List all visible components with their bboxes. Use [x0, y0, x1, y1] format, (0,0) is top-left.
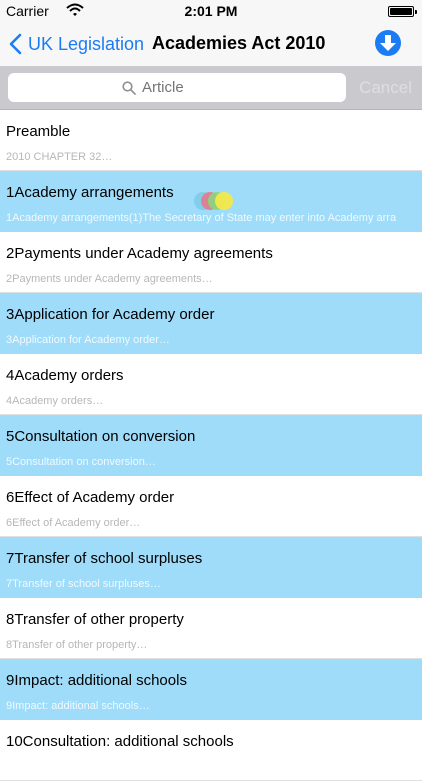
list-item[interactable]: 9Impact: additional schools 9Impact: add…	[0, 659, 422, 720]
chevron-left-icon	[9, 33, 22, 55]
list-item[interactable]: 6Effect of Academy order 6Effect of Acad…	[0, 476, 422, 537]
list-item-subtitle: 7Transfer of school surpluses…	[6, 578, 161, 590]
list-item-title: 5Consultation on conversion	[6, 428, 196, 445]
list-item[interactable]: 5Consultation on conversion 5Consultatio…	[0, 415, 422, 476]
page-title: Academies Act 2010	[152, 33, 326, 53]
list-item[interactable]: 3Application for Academy order 3Applicat…	[0, 293, 422, 354]
back-button[interactable]: UK Legislation	[8, 30, 144, 58]
battery-icon	[388, 6, 417, 17]
list-item-title: 4Academy orders	[6, 367, 124, 384]
search-field[interactable]	[8, 73, 346, 102]
clock: 2:01 PM	[184, 3, 238, 19]
list-item-title: 2Payments under Academy agreements	[6, 245, 273, 262]
list-item-subtitle: 1Academy arrangements(1)The Secretary of…	[6, 212, 397, 224]
list-item[interactable]: 8Transfer of other property 8Transfer of…	[0, 598, 422, 659]
list-item-subtitle: 9Impact: additional schools…	[6, 700, 150, 712]
list-item-title: Preamble	[6, 123, 71, 140]
list-item-subtitle: 4Academy orders…	[6, 395, 104, 407]
list-item[interactable]: 7Transfer of school surpluses 7Transfer …	[0, 537, 422, 598]
status-bar: Carrier 2:01 PM	[0, 0, 422, 22]
loading-dots-icon	[194, 192, 233, 210]
list-item-title: 7Transfer of school surpluses	[6, 550, 203, 567]
list-item-title: 8Transfer of other property	[6, 611, 184, 628]
list-item[interactable]: 10Consultation: additional schools	[0, 720, 422, 781]
list-item-subtitle: 6Effect of Academy order…	[6, 517, 141, 529]
navigation-bar: UK Legislation Academies Act 2010	[0, 22, 422, 66]
list-item[interactable]: 2Payments under Academy agreements 2Paym…	[0, 232, 422, 293]
list-item-title: 1Academy arrangements	[6, 184, 174, 201]
list-item-title: 9Impact: additional schools	[6, 672, 187, 689]
list-item-title: 3Application for Academy order	[6, 306, 215, 323]
search-input[interactable]	[142, 79, 232, 96]
list-item-subtitle: 5Consultation on conversion…	[6, 456, 156, 468]
list-item-title: 6Effect of Academy order	[6, 489, 175, 506]
search-bar: Cancel	[0, 66, 422, 110]
list-item[interactable]: Preamble 2010 CHAPTER 32…	[0, 110, 422, 171]
list-item-subtitle: 3Application for Academy order…	[6, 334, 170, 346]
search-icon	[122, 80, 136, 95]
list-item-subtitle: 2Payments under Academy agreements…	[6, 273, 213, 285]
list-item-title: 10Consultation: additional schools	[6, 733, 234, 750]
back-button-label: UK Legislation	[28, 33, 145, 54]
list-item-subtitle: 2010 CHAPTER 32…	[6, 151, 113, 163]
download-icon[interactable]	[374, 29, 402, 57]
list-item[interactable]: 4Academy orders 4Academy orders…	[0, 354, 422, 415]
cancel-button[interactable]: Cancel	[359, 78, 412, 98]
list-item-subtitle: 8Transfer of other property…	[6, 639, 148, 651]
